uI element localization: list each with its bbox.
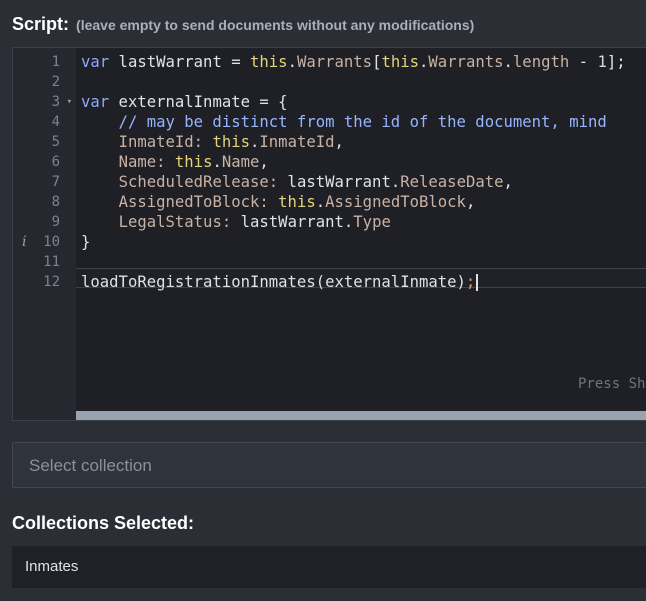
selected-collection-label: Inmates [25,558,79,575]
line-number-gutter: 1 2 3 ▾ 4 5 6 7 8 9 i 10 11 12 [13,48,76,420]
line-number: 4 [51,114,60,130]
code-line: var externalInmate = { [81,93,288,111]
fold-arrow-icon[interactable]: ▾ [67,92,72,112]
code-line: InmateId: this.InmateId, [118,133,344,151]
collections-selected-label: Collections Selected: [12,513,195,533]
script-label: Script: (leave empty to send documents w… [12,14,474,35]
code-line: AssignedToBlock: this.AssignedToBlock, [118,193,476,211]
line-number: 7 [51,174,60,190]
line-number: 1 [51,54,60,70]
script-title: Script: [12,14,70,34]
code-line: ScheduledRelease: lastWarrant.ReleaseDat… [118,173,513,191]
horizontal-scrollbar[interactable] [76,411,646,420]
line-number: 3 ▾ [51,92,72,112]
line-number: 9 [51,214,60,230]
script-hint: (leave empty to send documents without a… [76,17,475,33]
code-line: loadToRegistrationInmates(externalInmate… [76,272,646,292]
line-number: i 10 [22,232,60,252]
code-line: } [81,233,91,251]
line-number: 8 [51,194,60,210]
code-line: var lastWarrant = this.Warrants[this.War… [81,53,626,71]
code-line: Name: this.Name, [118,153,269,171]
info-icon[interactable]: i [22,232,26,252]
line-number: 11 [43,254,60,270]
code-line: LegalStatus: lastWarrant.Type [118,213,391,231]
selected-collection-item[interactable]: Inmates [12,546,646,588]
press-hint: Press Sh [578,376,646,392]
text-cursor [476,274,479,291]
line-number: 6 [51,154,60,170]
code-area[interactable]: var lastWarrant = this.Warrants[this.War… [76,48,646,420]
line-number: 12 [43,274,60,290]
select-collection-dropdown[interactable]: Select collection [12,442,646,488]
select-collection-placeholder: Select collection [29,456,152,475]
line-number: 5 [51,134,60,150]
line-number: 2 [51,74,60,90]
script-editor[interactable]: 1 2 3 ▾ 4 5 6 7 8 9 i 10 11 12 var lastWar… [12,47,646,421]
code-comment-line: // may be distinct from the id of the do… [81,113,607,131]
